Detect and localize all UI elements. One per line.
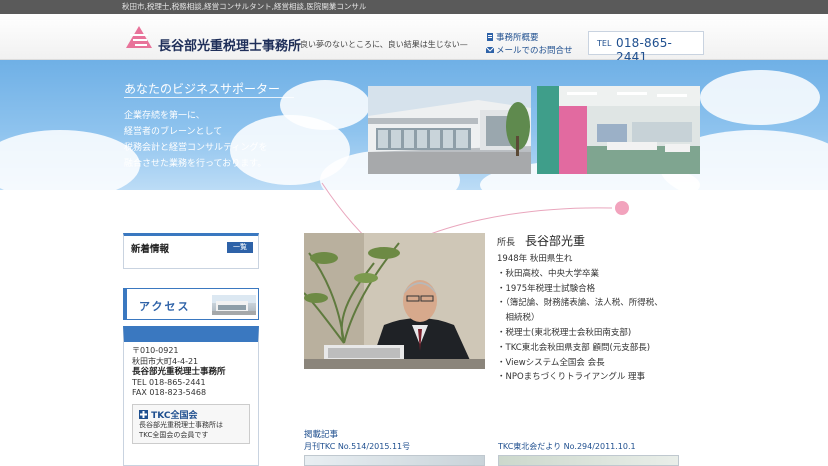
hero-line-3: 税務会計と経営コンサルティングを bbox=[124, 143, 268, 153]
articles-heading: 掲載記事 bbox=[304, 430, 339, 440]
profile-role: 所長 bbox=[497, 238, 516, 248]
sidebar-fax: FAX 018-823-5468 bbox=[132, 388, 207, 397]
sidebar-office-name: 長谷部光重税理士事務所 bbox=[132, 367, 226, 377]
tkc-note-line-1: 長谷部光重税理士事務所は bbox=[139, 421, 223, 429]
hero-line-2: 経営者のブレーンとして bbox=[124, 127, 223, 137]
site-header: 長谷部光重税理士事務所 —良い夢のないところに、良い結果は生じない— 事務所概要… bbox=[0, 14, 828, 64]
profile-name: 長谷部光重 bbox=[525, 234, 586, 248]
profile-career: 1948年 秋田県生れ ・秋田高校、中央大学卒業 ・1975年税理士試験合格 ・… bbox=[497, 252, 717, 385]
profile-line: ・秋田高校、中央大学卒業 bbox=[497, 268, 600, 279]
hero-divider bbox=[124, 97, 294, 98]
news-list-button[interactable]: 一覧 bbox=[227, 242, 253, 253]
profile-line: ・Viewシステム全国会 会長 bbox=[497, 357, 605, 368]
tkc-member-badge[interactable]: TKC全国会 長谷部光重税理士事務所は TKC全国会の会員です bbox=[132, 404, 250, 444]
tkc-note-line-2: TKC全国会の会員です bbox=[139, 430, 209, 439]
profile-line: ・TKC東北会秋田県支部 顧問(元支部長) bbox=[497, 342, 651, 353]
postal-code: 〒010-0921 bbox=[132, 346, 179, 355]
street-address: 秋田市大町4-4-21 bbox=[132, 356, 199, 366]
profile-line: ・NPOまちづくりトライアングル 理事 bbox=[497, 372, 646, 383]
office-exterior-photo bbox=[368, 86, 531, 174]
sidebar-tel: TEL 018-865-2441 bbox=[132, 377, 206, 387]
office-overview-label: 事務所概要 bbox=[496, 33, 539, 43]
access-title: アクセス bbox=[139, 300, 191, 313]
access-building-thumbnail bbox=[212, 295, 256, 315]
address-box: 〒010-0921 秋田市大町4-4-21 長谷部光重税理士事務所 TEL 01… bbox=[123, 326, 259, 466]
hero-message: 企業存続を第一に、 経営者のブレーンとして 税務会計と経営コンサルティングを 融… bbox=[124, 108, 324, 172]
director-portrait-photo bbox=[304, 233, 485, 369]
tkc-logo-label: TKC全国会 bbox=[151, 411, 198, 421]
profile-line: ・1975年税理士試験合格 bbox=[497, 283, 596, 294]
hero-line-1: 企業存続を第一に、 bbox=[124, 111, 205, 121]
tkc-logo: TKC全国会 bbox=[139, 408, 197, 421]
news-title: 新着情報 bbox=[131, 244, 170, 255]
hero-title: あなたのビジネスサポーター bbox=[124, 82, 281, 96]
mail-contact-label: メールでのお問合せ bbox=[496, 46, 573, 56]
news-box: 新着情報 一覧 bbox=[123, 233, 259, 269]
article-link-tkc-monthly[interactable]: 月刊TKC No.514/2015.11号 bbox=[304, 441, 410, 452]
top-bar: 秋田市,税理士,税務相談,経営コンサルタント,経営相談,医院開業コンサル bbox=[0, 0, 828, 14]
hero-banner: あなたのビジネスサポーター 企業存続を第一に、 経営者のブレーンとして 税務会計… bbox=[0, 60, 828, 190]
office-overview-link[interactable]: 事務所概要 bbox=[486, 31, 539, 43]
document-icon bbox=[487, 33, 493, 41]
tkc-emblem-icon bbox=[139, 410, 148, 419]
profile-line: ・（簿記論、財務諸表論、法人税、所得税、 bbox=[497, 298, 663, 309]
article-thumbnail[interactable] bbox=[498, 455, 679, 466]
address-lines: 〒010-0921 秋田市大町4-4-21 長谷部光重税理士事務所 TEL 01… bbox=[132, 346, 226, 399]
profile-line: ・税理士(東北税理士会秋田南支部) bbox=[497, 327, 632, 338]
pink-dot-icon bbox=[615, 201, 629, 215]
article-link-tkc-tohoku[interactable]: TKC東北会だより No.294/2011.10.1 bbox=[498, 441, 636, 452]
profile-line: 相続税） bbox=[497, 313, 540, 324]
hero-line-4: 融合させた業務を行っております。 bbox=[124, 159, 267, 169]
office-tagline: —良い夢のないところに、良い結果は生じない— bbox=[292, 40, 468, 49]
access-banner[interactable]: アクセス bbox=[123, 288, 259, 320]
logo-mark-icon[interactable] bbox=[124, 24, 154, 50]
profile-line: 1948年 秋田県生れ bbox=[497, 254, 573, 264]
article-thumbnail[interactable] bbox=[304, 455, 485, 466]
mail-contact-link[interactable]: メールでのお問合せ bbox=[486, 44, 573, 56]
mail-icon bbox=[486, 46, 494, 53]
top-bar-keywords: 秋田市,税理士,税務相談,経営コンサルタント,経営相談,医院開業コンサル bbox=[122, 2, 367, 11]
phone-prefix: TEL bbox=[597, 39, 612, 48]
phone-box[interactable]: TEL 018-865-2441 bbox=[588, 31, 704, 64]
office-interior-photo bbox=[537, 86, 700, 174]
office-logo-name[interactable]: 長谷部光重税理士事務所 bbox=[158, 35, 301, 54]
tkc-note: 長谷部光重税理士事務所は TKC全国会の会員です bbox=[139, 421, 223, 440]
